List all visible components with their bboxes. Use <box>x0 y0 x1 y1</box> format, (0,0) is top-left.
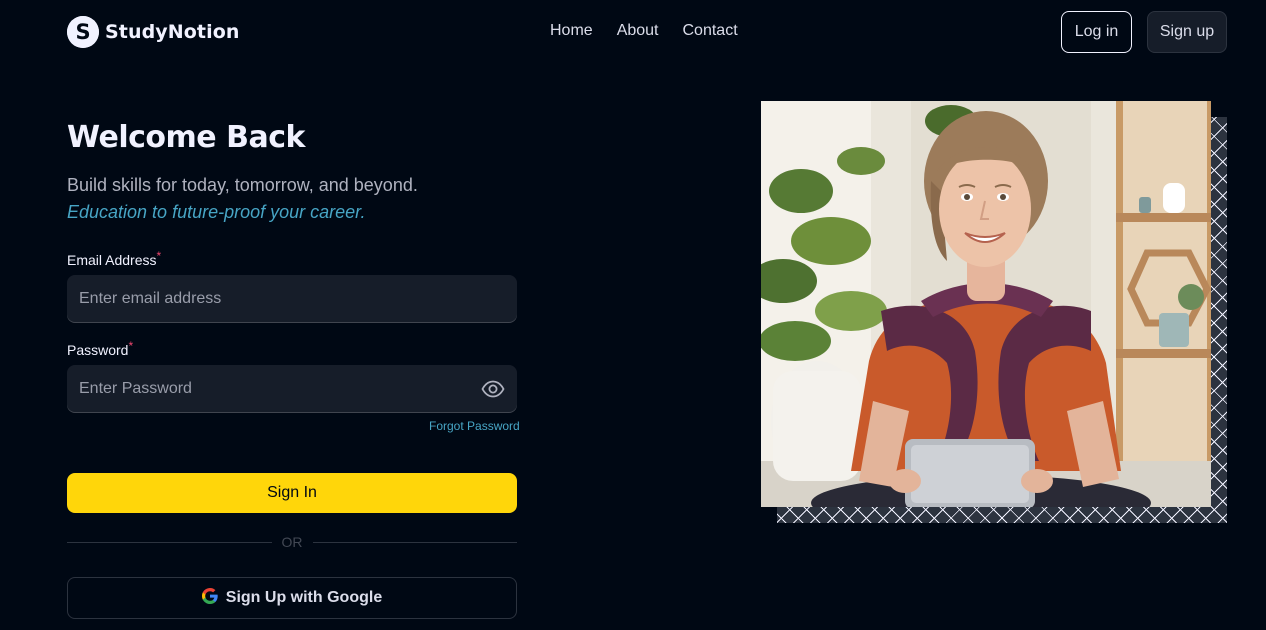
forgot-password-link[interactable]: Forgot Password <box>429 419 520 433</box>
google-signup-button[interactable]: Sign Up with Google <box>67 577 517 619</box>
password-label-text: Password <box>67 342 129 358</box>
google-signup-label: Sign Up with Google <box>225 589 383 606</box>
email-label: Email Address* <box>67 249 162 268</box>
google-icon <box>201 587 218 609</box>
password-field[interactable] <box>67 365 517 413</box>
nav-links: Home About Contact <box>550 22 738 40</box>
page-tagline: Education to future-proof your career. <box>67 202 366 222</box>
student-photo <box>761 101 1211 507</box>
or-text: OR <box>281 534 303 550</box>
or-divider: OR <box>67 532 517 552</box>
signup-button[interactable]: Sign up <box>1147 11 1227 53</box>
nav-link-about[interactable]: About <box>617 22 659 40</box>
navbar: S StudyNotion Home About Contact Log in … <box>0 0 1266 64</box>
login-button[interactable]: Log in <box>1061 11 1132 53</box>
login-page: S StudyNotion Home About Contact Log in … <box>0 0 1266 630</box>
divider-line <box>67 541 272 543</box>
email-field[interactable] <box>67 275 517 323</box>
eye-icon[interactable] <box>479 378 507 400</box>
studynotion-logo-icon: S <box>67 16 99 48</box>
email-label-text: Email Address <box>67 252 157 268</box>
required-mark: * <box>128 339 134 353</box>
brand-logo[interactable]: S StudyNotion <box>67 15 240 49</box>
svg-text:S: S <box>75 20 90 44</box>
page-subtitle: Build skills for today, tomorrow, and be… <box>67 175 418 195</box>
nav-link-contact[interactable]: Contact <box>683 22 738 40</box>
sign-in-button[interactable]: Sign In <box>67 473 517 513</box>
divider-line <box>312 541 517 543</box>
required-mark: * <box>156 249 162 263</box>
password-label: Password* <box>67 339 134 358</box>
nav-link-home[interactable]: Home <box>550 22 593 40</box>
brand-name: StudyNotion <box>105 21 240 43</box>
page-title: Welcome Back <box>67 120 305 155</box>
